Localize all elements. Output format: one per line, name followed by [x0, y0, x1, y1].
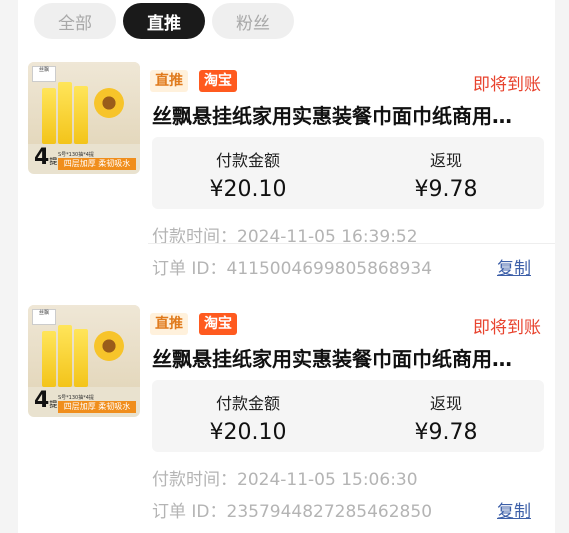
pack-count: 4提 — [34, 388, 58, 413]
sunflower-icon — [94, 88, 124, 118]
pack-count: 4提 — [34, 145, 58, 170]
tissue-pack-icon — [74, 86, 88, 144]
thumbnail-banner: 四层加厚 柔韧吸水 — [58, 401, 136, 413]
cashback-label: 返现 — [429, 151, 462, 170]
cashback-label: 返现 — [429, 394, 462, 413]
order-id: 订单 ID：2357944827285462850 — [152, 502, 433, 522]
cashback-amount: 返现 ¥9.78 — [366, 147, 526, 202]
payment-amount: 付款金额 ¥20.10 — [168, 390, 328, 445]
amount-summary: 付款金额 ¥20.10 返现 ¥9.78 — [152, 380, 544, 452]
cashback-amount: 返现 ¥9.78 — [366, 390, 526, 445]
thumbnail-spec: S号*130抽*4提 — [58, 152, 94, 158]
payment-label: 付款金额 — [215, 394, 280, 413]
payment-value: ¥20.10 — [209, 177, 287, 202]
divider — [148, 243, 555, 244]
payment-time: 付款时间：2024-11-05 15:06:30 — [152, 470, 418, 490]
order-card: 丝飘 4提 S号*130抽*4提 四层加厚 柔韧吸水 直推 淘宝 即将到账 丝飘… — [18, 243, 555, 522]
status-badge: 即将到账 — [473, 318, 541, 338]
product-title[interactable]: 丝飘悬挂纸家用实惠装餐巾面巾纸商用… — [152, 100, 544, 129]
cashback-value: ¥9.78 — [414, 420, 478, 445]
product-thumbnail[interactable]: 丝飘 4提 S号*130抽*4提 四层加厚 柔韧吸水 — [28, 305, 140, 417]
payment-amount: 付款金额 ¥20.10 — [168, 147, 328, 202]
direct-badge: 直推 — [150, 70, 188, 92]
amount-summary: 付款金额 ¥20.10 返现 ¥9.78 — [152, 137, 544, 209]
cashback-value: ¥9.78 — [414, 177, 478, 202]
order-card: 丝飘 4提 S号*130抽*4提 四层加厚 柔韧吸水 直推 淘宝 即将到账 丝飘… — [18, 0, 555, 279]
tissue-pack-icon — [42, 88, 56, 144]
thumbnail-brand: 丝飘 — [32, 309, 56, 325]
tissue-pack-icon — [58, 325, 72, 387]
payment-value: ¥20.10 — [209, 420, 287, 445]
copy-button[interactable]: 复制 — [497, 497, 531, 522]
payment-label: 付款金额 — [215, 151, 280, 170]
product-thumbnail[interactable]: 丝飘 4提 S号*130抽*4提 四层加厚 柔韧吸水 — [28, 62, 140, 174]
tissue-pack-icon — [42, 331, 56, 387]
platform-badge: 淘宝 — [199, 70, 237, 92]
product-title[interactable]: 丝飘悬挂纸家用实惠装餐巾面巾纸商用… — [152, 343, 544, 372]
tissue-pack-icon — [74, 329, 88, 387]
thumbnail-spec: S号*130抽*4提 — [58, 395, 94, 401]
thumbnail-brand: 丝飘 — [32, 66, 56, 82]
thumbnail-banner: 四层加厚 柔韧吸水 — [58, 158, 136, 170]
platform-badge: 淘宝 — [199, 313, 237, 335]
direct-badge: 直推 — [150, 313, 188, 335]
tissue-pack-icon — [58, 82, 72, 144]
sunflower-icon — [94, 331, 124, 361]
status-badge: 即将到账 — [473, 75, 541, 95]
orders-panel: 全部 直推 粉丝 丝飘 4提 S号*130抽*4提 四层加厚 柔韧吸水 直推 淘… — [18, 0, 555, 533]
